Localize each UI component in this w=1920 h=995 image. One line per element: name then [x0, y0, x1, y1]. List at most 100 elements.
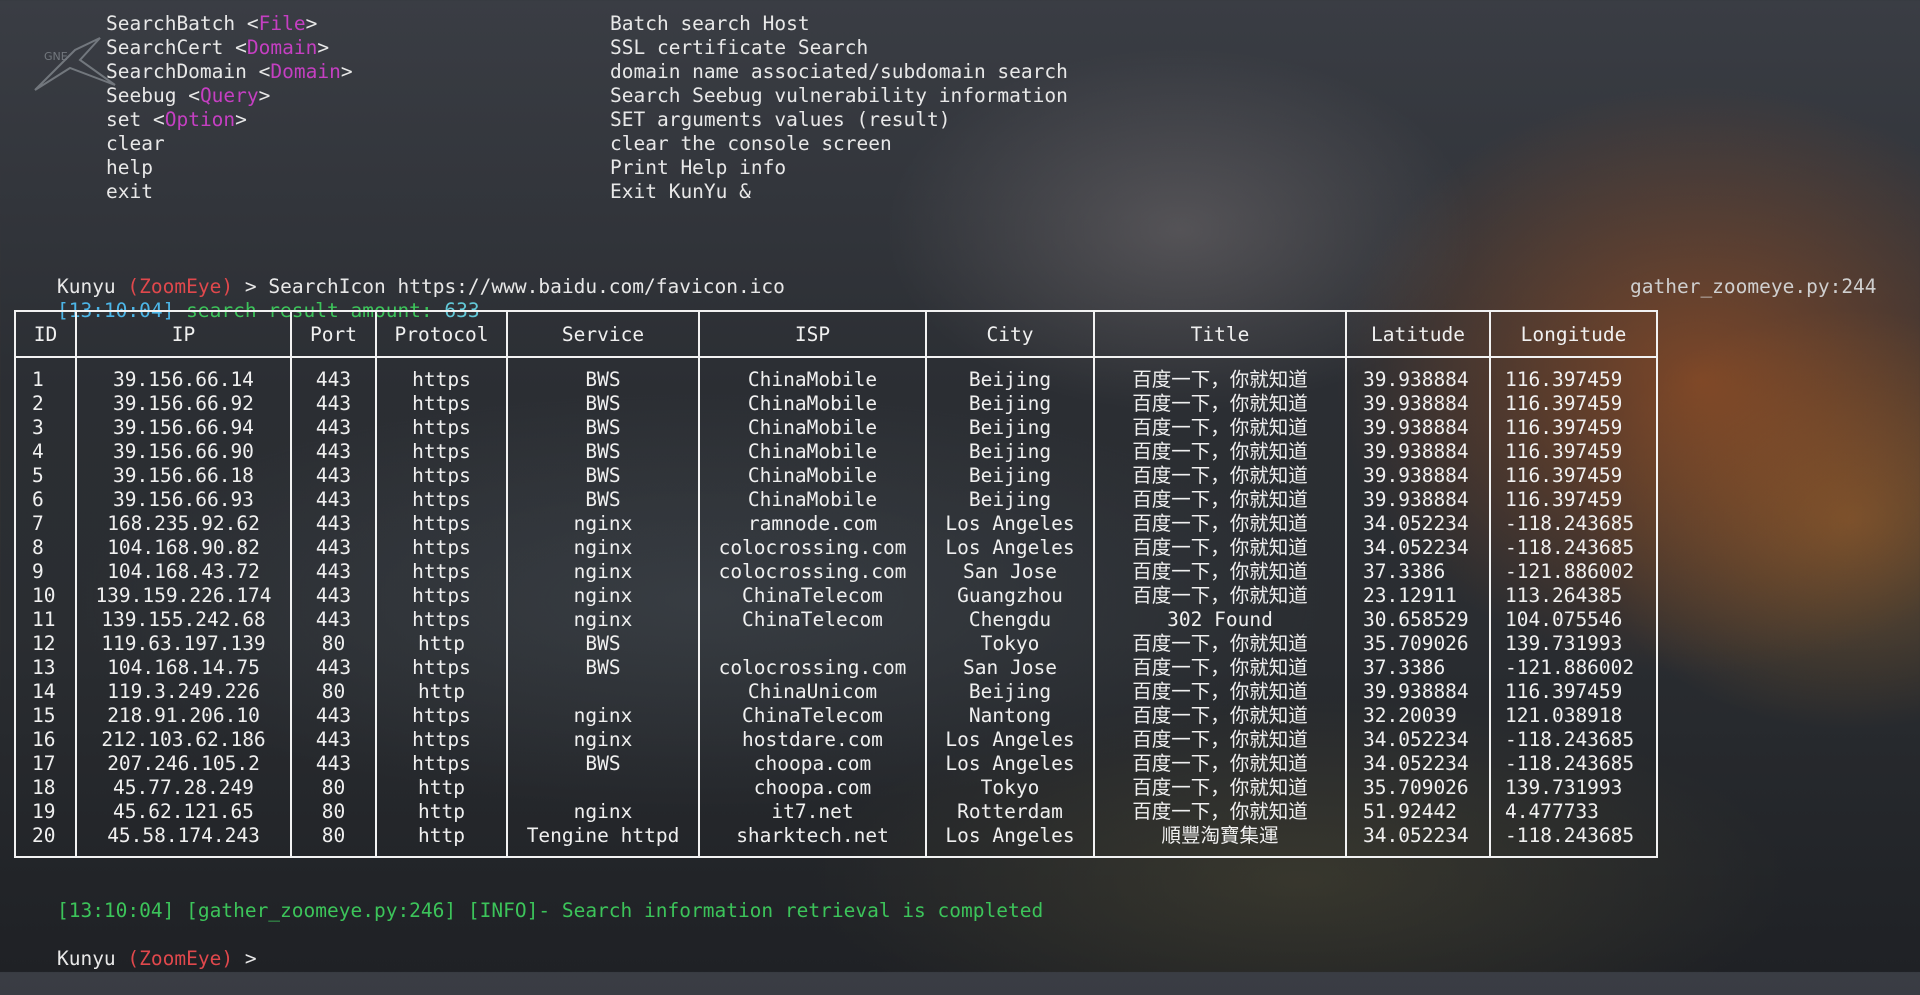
- prompt-symbol: >: [244, 947, 257, 970]
- cell-id: 10: [14, 584, 77, 608]
- cell-ip: 119.63.197.139: [75, 632, 292, 656]
- table-spacer-cell: [698, 848, 927, 857]
- table-spacer-cell: [1345, 848, 1491, 857]
- cell-city: Tokyo: [925, 632, 1095, 656]
- cell-protocol: https: [375, 656, 508, 680]
- cell-protocol: https: [375, 368, 508, 392]
- table-body: 1 39.156.66.14 443 https BWS ChinaMobile Beiji…: [14, 357, 1658, 857]
- table-row: 4 39.156.66.90 443 https BWS ChinaMobile Beiji…: [14, 440, 1658, 464]
- cell-city: Beijing: [925, 416, 1095, 440]
- cell-port: 443: [290, 512, 377, 536]
- cell-id: 14: [14, 680, 77, 704]
- cell-ip: 45.77.28.249: [75, 776, 292, 800]
- cell-ip: 139.159.226.174: [75, 584, 292, 608]
- cell-isp: colocrossing.com: [698, 560, 927, 584]
- cell-city: Los Angeles: [925, 512, 1095, 536]
- cell-title: 百度一下，你就知道: [1093, 584, 1347, 608]
- cell-longitude: -118.243685: [1489, 536, 1658, 560]
- cell-longitude: 113.264385: [1489, 584, 1658, 608]
- cell-port: 443: [290, 416, 377, 440]
- table-row: 12 119.63.197.139 80 http BWS Tokyo 百度一下，你就知道 3…: [14, 632, 1658, 656]
- cell-longitude: -118.243685: [1489, 728, 1658, 752]
- help-command: set <Option>: [106, 108, 247, 131]
- terminal-window[interactable]: GNE SearchBatch <File> Batch search Host S…: [0, 0, 1920, 972]
- cell-isp: sharktech.net: [698, 824, 927, 848]
- table-row: 20 45.58.174.243 80 http Tengine httpd sharkt…: [14, 824, 1658, 848]
- cell-latitude: 39.938884: [1345, 488, 1491, 512]
- cell-ip: 218.91.206.10: [75, 704, 292, 728]
- cell-port: 80: [290, 680, 377, 704]
- table-row: 19 45.62.121.65 80 http nginx it7.net Rotterda…: [14, 800, 1658, 824]
- help-command-name: Seebug: [106, 84, 177, 107]
- cell-latitude: 39.938884: [1345, 416, 1491, 440]
- cell-id: 8: [14, 536, 77, 560]
- column-header-title: Title: [1093, 310, 1347, 358]
- table-spacer-cell: [375, 848, 508, 857]
- cell-ip: 207.246.105.2: [75, 752, 292, 776]
- cell-id: 13: [14, 656, 77, 680]
- cell-longitude: 116.397459: [1489, 392, 1658, 416]
- column-header-protocol: Protocol: [375, 310, 508, 358]
- table-row: 18 45.77.28.249 80 http choopa.com Tokyo 百度一下，…: [14, 776, 1658, 800]
- table-spacer-cell: [75, 357, 292, 368]
- cell-latitude: 39.938884: [1345, 464, 1491, 488]
- help-command: SearchBatch <File>: [106, 12, 318, 35]
- cell-isp: colocrossing.com: [698, 536, 927, 560]
- cell-ip: 139.155.242.68: [75, 608, 292, 632]
- column-header-latitude: Latitude: [1345, 310, 1491, 358]
- table-spacer-cell: [1345, 357, 1491, 368]
- cell-city: Guangzhou: [925, 584, 1095, 608]
- cell-latitude: 34.052234: [1345, 512, 1491, 536]
- cell-service: BWS: [506, 752, 700, 776]
- table-row: 11 139.155.242.68 443 https nginx ChinaTeleco…: [14, 608, 1658, 632]
- cell-ip: 39.156.66.92: [75, 392, 292, 416]
- cell-city: Beijing: [925, 440, 1095, 464]
- cell-isp: ChinaTelecom: [698, 608, 927, 632]
- cell-isp: ramnode.com: [698, 512, 927, 536]
- cell-service: BWS: [506, 632, 700, 656]
- cell-title: 百度一下，你就知道: [1093, 728, 1347, 752]
- command-prompt-line: Kunyu (ZoomEye) > SearchIcon https://www…: [10, 251, 785, 298]
- cell-port: 443: [290, 440, 377, 464]
- cell-latitude: 39.938884: [1345, 368, 1491, 392]
- cell-service: BWS: [506, 416, 700, 440]
- help-command-description: Search Seebug vulnerability information: [610, 84, 1068, 107]
- help-command-description: SET arguments values (result): [610, 108, 951, 131]
- cell-ip: 168.235.92.62: [75, 512, 292, 536]
- cell-title: 百度一下，你就知道: [1093, 704, 1347, 728]
- help-command-name: SearchDomain: [106, 60, 247, 83]
- cell-port: 443: [290, 464, 377, 488]
- results-table: ID IP Port Protocol Service ISP City Title Latit…: [14, 310, 1658, 858]
- help-command-arg: Domain: [270, 60, 341, 83]
- cell-title: 百度一下，你就知道: [1093, 416, 1347, 440]
- cell-ip: 212.103.62.186: [75, 728, 292, 752]
- command-prompt-input[interactable]: Kunyu (ZoomEye) >: [10, 923, 257, 970]
- cell-service: Tengine httpd: [506, 824, 700, 848]
- cell-city: Rotterdam: [925, 800, 1095, 824]
- table-spacer-cell: [75, 848, 292, 857]
- cell-city: Tokyo: [925, 776, 1095, 800]
- help-command-description: clear the console screen: [610, 132, 892, 155]
- table-row: 2 39.156.66.92 443 https BWS ChinaMobile Beiji…: [14, 392, 1658, 416]
- cell-longitude: 116.397459: [1489, 368, 1658, 392]
- cell-port: 443: [290, 392, 377, 416]
- cell-service: [506, 776, 700, 800]
- prompt-name: Kunyu: [56, 947, 116, 970]
- cell-isp: ChinaMobile: [698, 464, 927, 488]
- help-command-description: SSL certificate Search: [610, 36, 869, 59]
- cell-longitude: 139.731993: [1489, 776, 1658, 800]
- help-command: SearchDomain <Domain>: [106, 60, 353, 83]
- table-spacer-cell: [1489, 357, 1658, 368]
- table-row: 1 39.156.66.14 443 https BWS ChinaMobile Beiji…: [14, 368, 1658, 392]
- cell-id: 12: [14, 632, 77, 656]
- cell-title: 百度一下，你就知道: [1093, 680, 1347, 704]
- cell-id: 16: [14, 728, 77, 752]
- help-command-description: Exit KunYu &: [610, 180, 751, 203]
- cell-isp: ChinaMobile: [698, 368, 927, 392]
- cell-id: 11: [14, 608, 77, 632]
- cell-isp: ChinaTelecom: [698, 704, 927, 728]
- help-command-arg: Query: [199, 84, 259, 107]
- cell-isp: colocrossing.com: [698, 656, 927, 680]
- table-spacer-cell: [375, 357, 508, 368]
- help-command: clear: [106, 132, 165, 156]
